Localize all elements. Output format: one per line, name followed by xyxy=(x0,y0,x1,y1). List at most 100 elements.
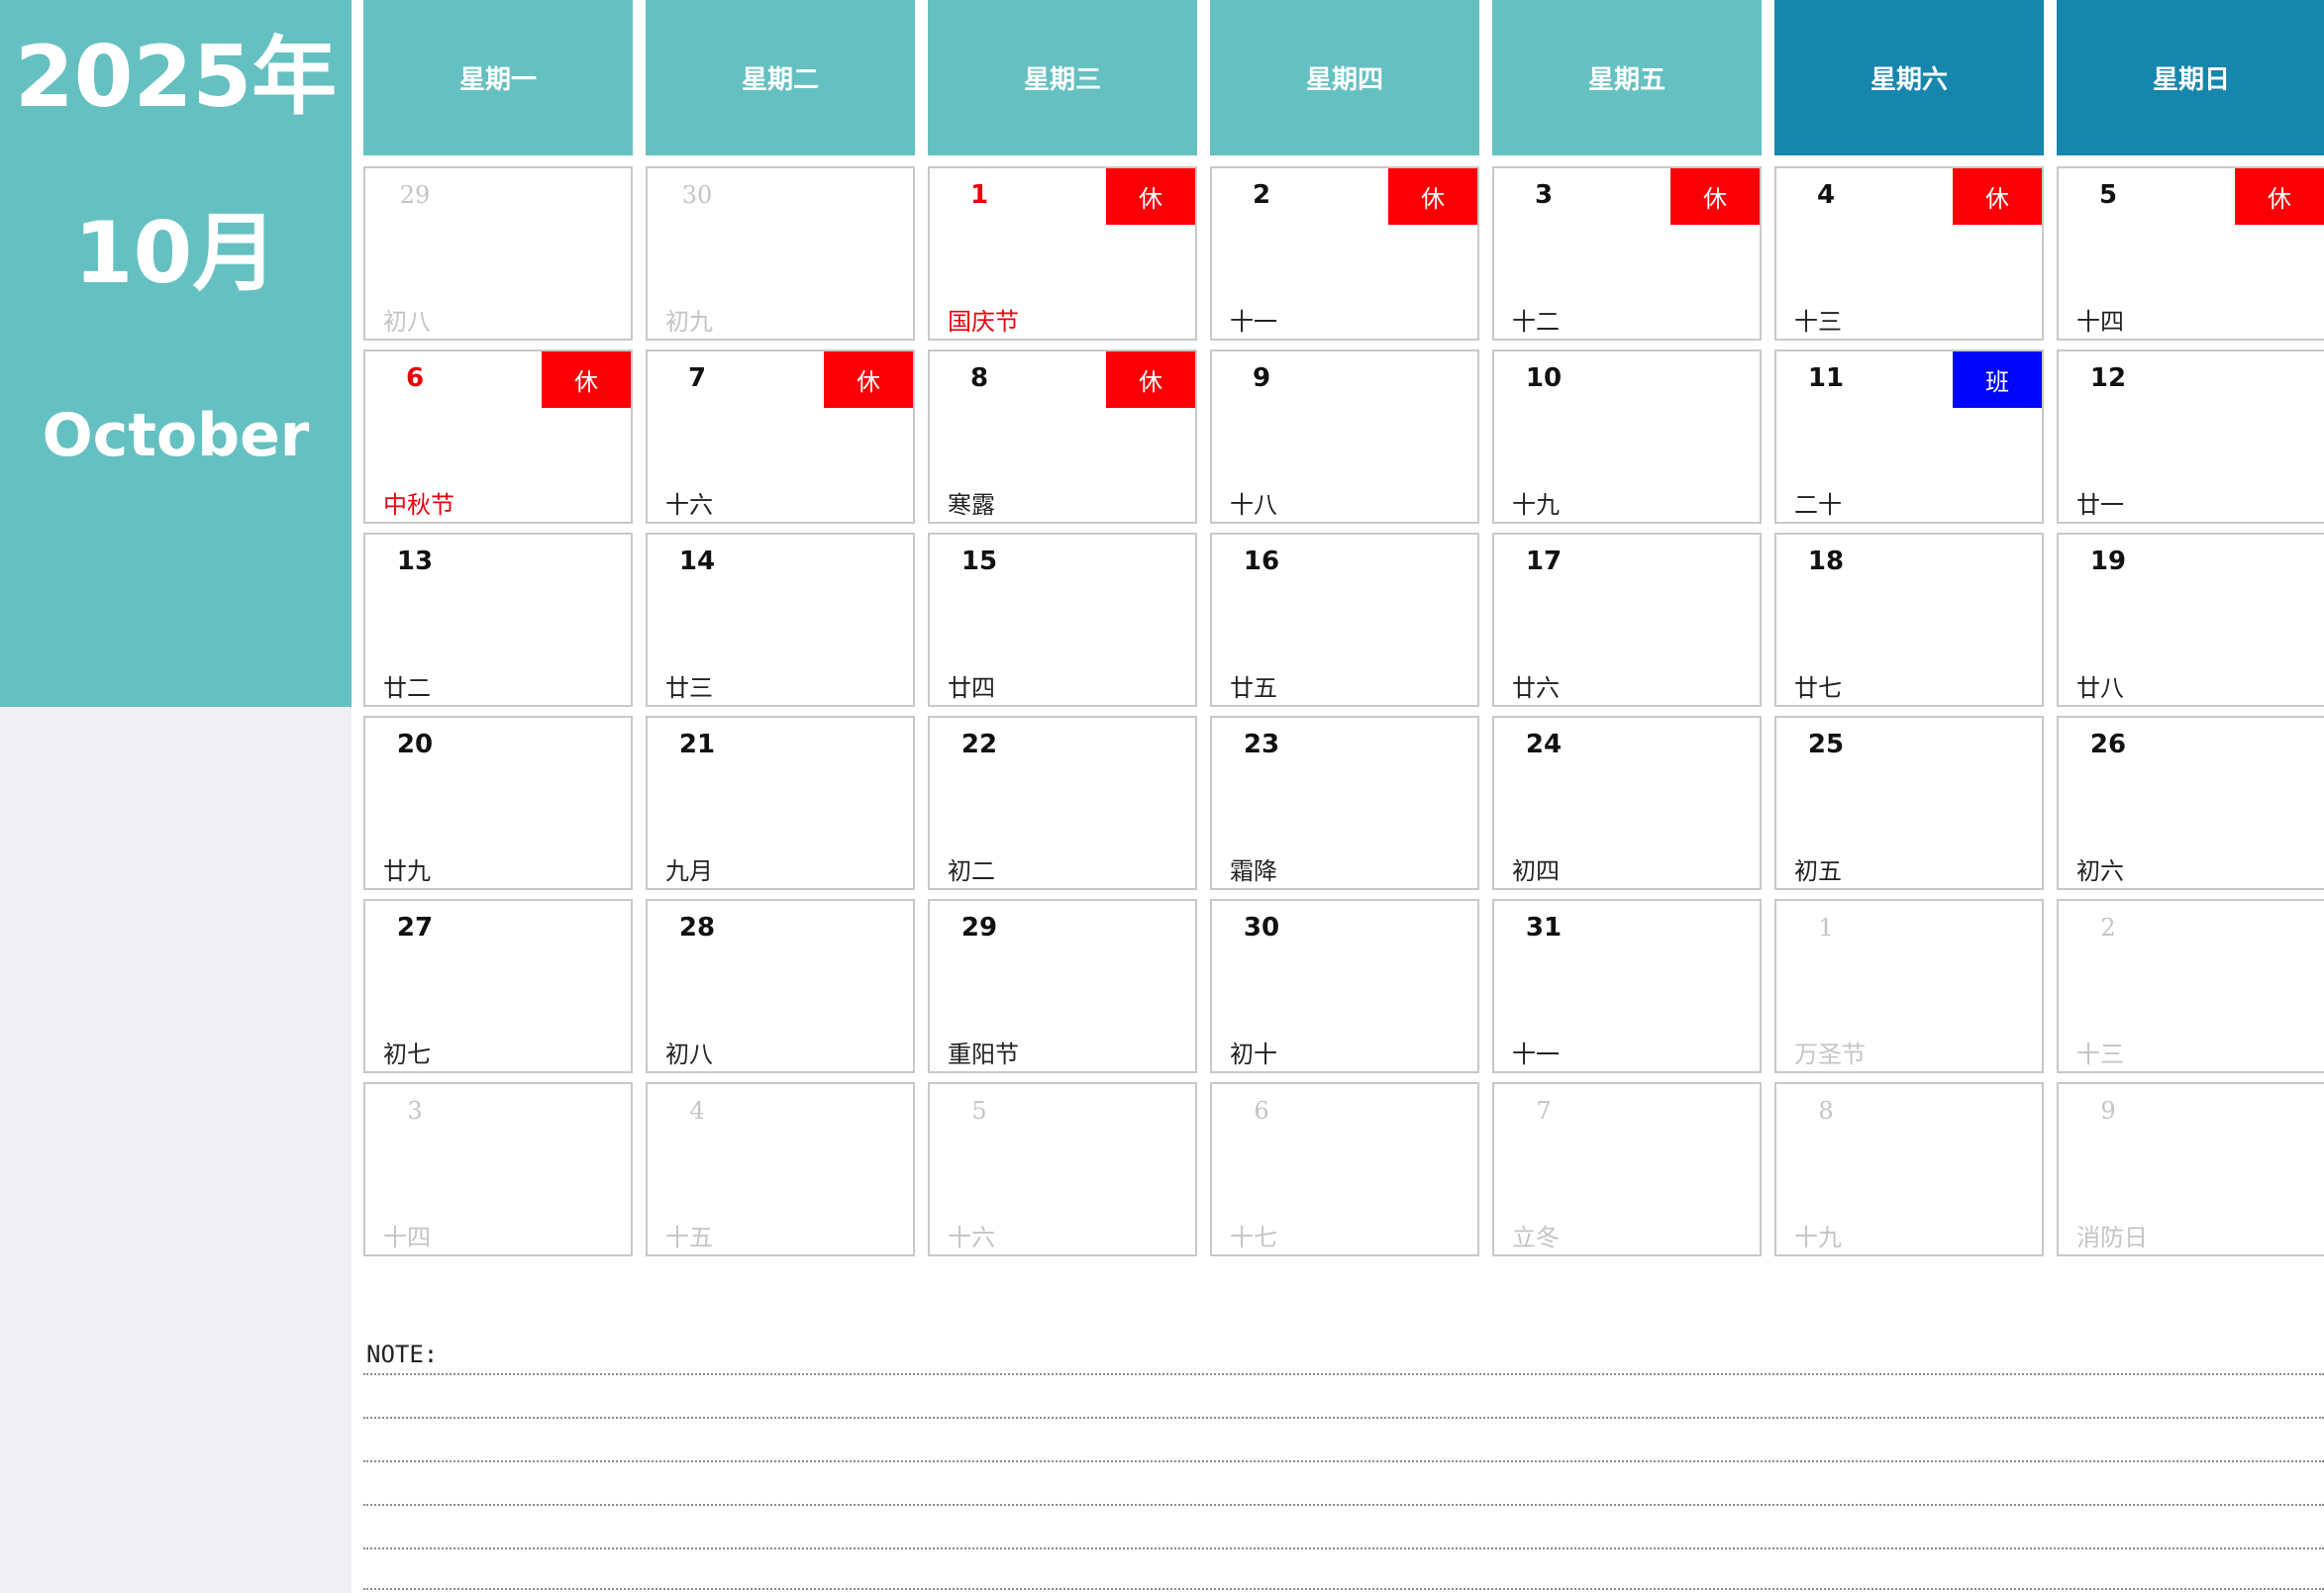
lunar-date: 九月 xyxy=(665,857,713,885)
lunar-date: 廿三 xyxy=(665,674,713,702)
day-cell[interactable]: 30 初九 xyxy=(646,166,915,341)
lunar-date: 霜降 xyxy=(1230,857,1277,885)
note-label: NOTE: xyxy=(366,1341,439,1368)
day-cell[interactable]: 23 霜降 xyxy=(1210,716,1479,890)
day-cell[interactable]: 10 十九 xyxy=(1492,349,1762,524)
lunar-date: 十三 xyxy=(1794,308,1842,336)
day-cell[interactable]: 4 十五 xyxy=(646,1082,915,1256)
lunar-date: 廿六 xyxy=(1512,674,1560,702)
day-number: 14 xyxy=(678,547,716,576)
day-number: 5 xyxy=(971,1097,987,1125)
lunar-date: 初十 xyxy=(1230,1041,1277,1068)
holiday-badge: 休 xyxy=(1106,168,1195,225)
lunar-date: 十九 xyxy=(1512,491,1560,519)
day-cell[interactable]: 6 中秋节 休 xyxy=(363,349,633,524)
lunar-date: 十九 xyxy=(1794,1224,1842,1251)
day-number: 19 xyxy=(2089,547,2127,576)
holiday-badge: 休 xyxy=(824,351,913,408)
day-cell[interactable]: 25 初五 xyxy=(1774,716,2044,890)
sidebar: 2025年 10月 October xyxy=(0,0,352,1593)
day-cell[interactable]: 9 消防日 xyxy=(2057,1082,2324,1256)
holiday-badge: 休 xyxy=(1670,168,1760,225)
note-line xyxy=(363,1373,2324,1375)
day-cell[interactable]: 5 十六 xyxy=(928,1082,1197,1256)
day-cell[interactable]: 1 国庆节 休 xyxy=(928,166,1197,341)
lunar-date: 初九 xyxy=(665,308,713,336)
day-cell[interactable]: 2 十一 休 xyxy=(1210,166,1479,341)
day-cell[interactable]: 14 廿三 xyxy=(646,533,915,707)
day-number: 9 xyxy=(2100,1097,2116,1125)
day-number: 24 xyxy=(1525,730,1563,759)
day-cell[interactable]: 31 十一 xyxy=(1492,899,1762,1073)
day-cell[interactable]: 8 十九 xyxy=(1774,1082,2044,1256)
day-number: 9 xyxy=(1252,363,1271,393)
lunar-date: 消防日 xyxy=(2076,1224,2148,1251)
note-line xyxy=(363,1460,2324,1462)
day-number: 3 xyxy=(407,1097,423,1125)
day-number: 11 xyxy=(1807,363,1845,393)
lunar-date: 十四 xyxy=(383,1224,431,1251)
day-number: 10 xyxy=(1525,363,1563,393)
day-cell[interactable]: 5 十四 休 xyxy=(2057,166,2324,341)
workday-badge: 班 xyxy=(1953,351,2042,408)
day-number: 4 xyxy=(1816,180,1836,210)
day-number: 3 xyxy=(1534,180,1554,210)
day-number: 30 xyxy=(1243,913,1280,943)
day-cell[interactable]: 20 廿九 xyxy=(363,716,633,890)
day-cell[interactable]: 7 十六 休 xyxy=(646,349,915,524)
day-cell[interactable]: 2 十三 xyxy=(2057,899,2324,1073)
day-number: 2 xyxy=(1252,180,1271,210)
day-cell[interactable]: 24 初四 xyxy=(1492,716,1762,890)
holiday-badge: 休 xyxy=(1106,351,1195,408)
year-label: 2025年 xyxy=(14,28,338,127)
lunar-date: 重阳节 xyxy=(948,1041,1019,1068)
weekday-header: 星期日 xyxy=(2057,0,2324,155)
day-number: 2 xyxy=(2100,914,2116,942)
weekday-header: 星期二 xyxy=(646,0,915,155)
day-cell[interactable]: 12 廿一 xyxy=(2057,349,2324,524)
day-cell[interactable]: 29 初八 xyxy=(363,166,633,341)
day-cell[interactable]: 30 初十 xyxy=(1210,899,1479,1073)
note-line xyxy=(363,1547,2324,1549)
lunar-date: 十四 xyxy=(2076,308,2124,336)
day-cell[interactable]: 27 初七 xyxy=(363,899,633,1073)
lunar-date: 廿九 xyxy=(383,857,431,885)
day-cell[interactable]: 1 万圣节 xyxy=(1774,899,2044,1073)
lunar-date: 十三 xyxy=(2076,1041,2124,1068)
day-cell[interactable]: 13 廿二 xyxy=(363,533,633,707)
lunar-date: 廿五 xyxy=(1230,674,1277,702)
holiday-badge: 休 xyxy=(1388,168,1477,225)
day-number: 8 xyxy=(1818,1097,1834,1125)
weekday-header: 星期六 xyxy=(1774,0,2044,155)
day-number: 21 xyxy=(678,730,716,759)
day-number: 30 xyxy=(681,181,713,209)
day-cell[interactable]: 11 二十 班 xyxy=(1774,349,2044,524)
day-cell[interactable]: 26 初六 xyxy=(2057,716,2324,890)
day-cell[interactable]: 17 廿六 xyxy=(1492,533,1762,707)
day-cell[interactable]: 6 十七 xyxy=(1210,1082,1479,1256)
lunar-date: 十七 xyxy=(1230,1224,1277,1251)
day-cell[interactable]: 4 十三 休 xyxy=(1774,166,2044,341)
day-number: 29 xyxy=(399,181,431,209)
note-line xyxy=(363,1504,2324,1506)
day-number: 18 xyxy=(1807,547,1845,576)
day-cell[interactable]: 28 初八 xyxy=(646,899,915,1073)
day-cell[interactable]: 7 立冬 xyxy=(1492,1082,1762,1256)
day-cell[interactable]: 3 十二 休 xyxy=(1492,166,1762,341)
day-cell[interactable]: 21 九月 xyxy=(646,716,915,890)
lunar-date: 廿四 xyxy=(948,674,995,702)
month-label: 10月 xyxy=(73,204,278,303)
day-cell[interactable]: 9 十八 xyxy=(1210,349,1479,524)
day-cell[interactable]: 29 重阳节 xyxy=(928,899,1197,1073)
day-number: 29 xyxy=(960,913,998,943)
lunar-date: 十六 xyxy=(665,491,713,519)
day-cell[interactable]: 18 廿七 xyxy=(1774,533,2044,707)
day-cell[interactable]: 16 廿五 xyxy=(1210,533,1479,707)
day-cell[interactable]: 15 廿四 xyxy=(928,533,1197,707)
day-cell[interactable]: 3 十四 xyxy=(363,1082,633,1256)
weekday-header: 星期一 xyxy=(363,0,633,155)
day-cell[interactable]: 8 寒露 休 xyxy=(928,349,1197,524)
day-number: 25 xyxy=(1807,730,1845,759)
day-cell[interactable]: 22 初二 xyxy=(928,716,1197,890)
day-cell[interactable]: 19 廿八 xyxy=(2057,533,2324,707)
